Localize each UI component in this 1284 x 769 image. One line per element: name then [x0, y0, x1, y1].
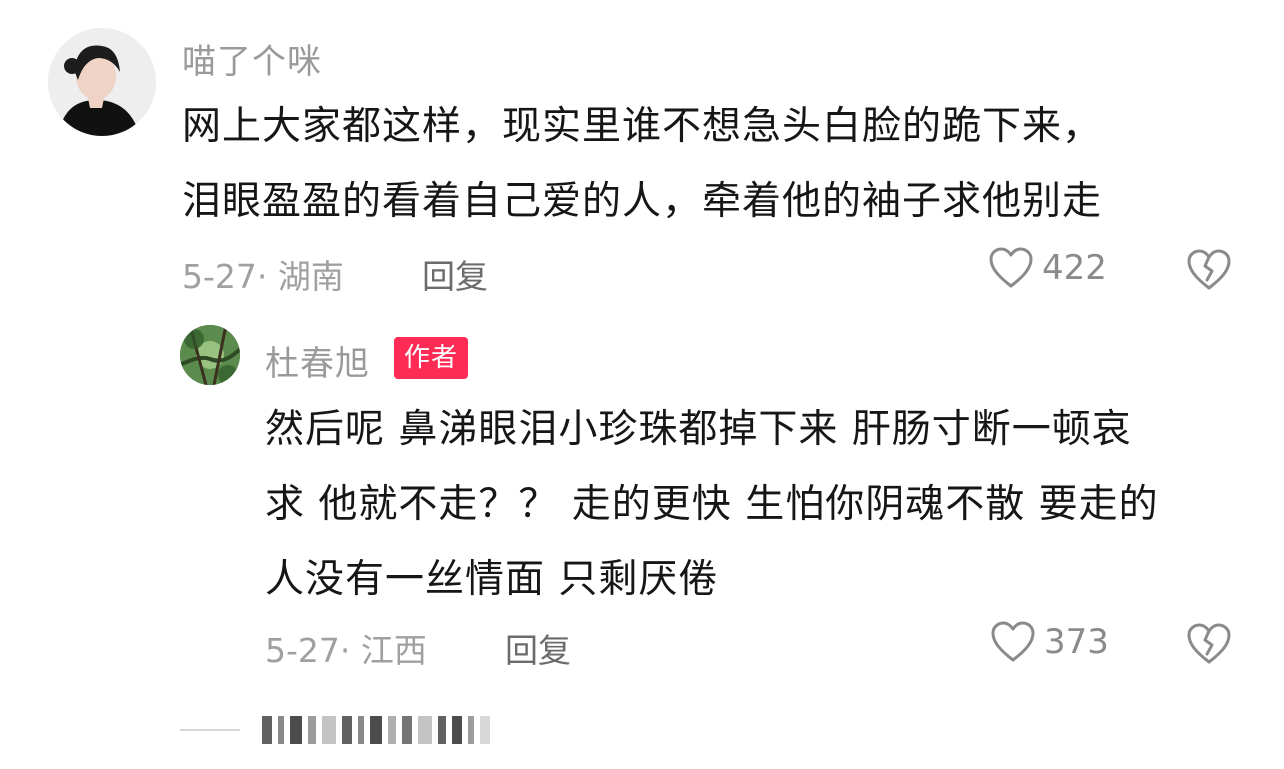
- user-avatar[interactable]: [48, 28, 156, 136]
- like-count: 422: [1042, 248, 1107, 288]
- reply-button[interactable]: 回复: [422, 250, 488, 298]
- dislike-button[interactable]: [1186, 248, 1232, 296]
- dislike-button[interactable]: [1186, 622, 1232, 670]
- reply-user-avatar[interactable]: [180, 325, 240, 385]
- reply-username[interactable]: 杜春旭: [265, 336, 370, 385]
- expand-replies-link[interactable]: [262, 713, 490, 747]
- reply-text-line: 然后呢 鼻涕眼泪小珍珠都掉下来 肝肠寸断一顿哀: [265, 407, 1132, 452]
- reply-text-line: 求 他就不走？？ 走的更快 生怕你阴魂不散 要走的: [265, 482, 1159, 527]
- heart-outline-icon: [989, 247, 1033, 288]
- heart-outline-icon: [991, 621, 1035, 662]
- comment-text-line: 泪眼盈盈的看着自己爱的人，牵着他的袖子求他别走: [182, 179, 1103, 224]
- reply-date-location: 5-27· 江西: [265, 631, 427, 670]
- broken-heart-icon: [1187, 623, 1231, 664]
- comment-date-location: 5-27· 湖南: [182, 257, 344, 296]
- expand-replies-divider: [180, 729, 240, 731]
- author-badge: 作者: [394, 337, 469, 379]
- like-button[interactable]: 373: [990, 620, 1109, 664]
- comment-text: 网上大家都这样，现实里谁不想急头白脸的跪下来， 泪眼盈盈的看着自己爱的人，牵着他…: [182, 89, 1212, 239]
- reply-text: 然后呢 鼻涕眼泪小珍珠都掉下来 肝肠寸断一顿哀 求 他就不走？？ 走的更快 生怕…: [265, 392, 1240, 617]
- avatar-image: [48, 28, 156, 136]
- like-button[interactable]: 422: [988, 246, 1107, 290]
- comment-username[interactable]: 喵了个咪: [182, 34, 322, 83]
- avatar-image: [180, 325, 240, 385]
- reply-button[interactable]: 回复: [505, 624, 571, 672]
- broken-heart-icon: [1187, 249, 1231, 290]
- reply-text-line: 人没有一丝情面 只剩厌倦: [265, 557, 719, 602]
- like-count: 373: [1044, 622, 1109, 662]
- comment-text-line: 网上大家都这样，现实里谁不想急头白脸的跪下来，: [182, 104, 1103, 149]
